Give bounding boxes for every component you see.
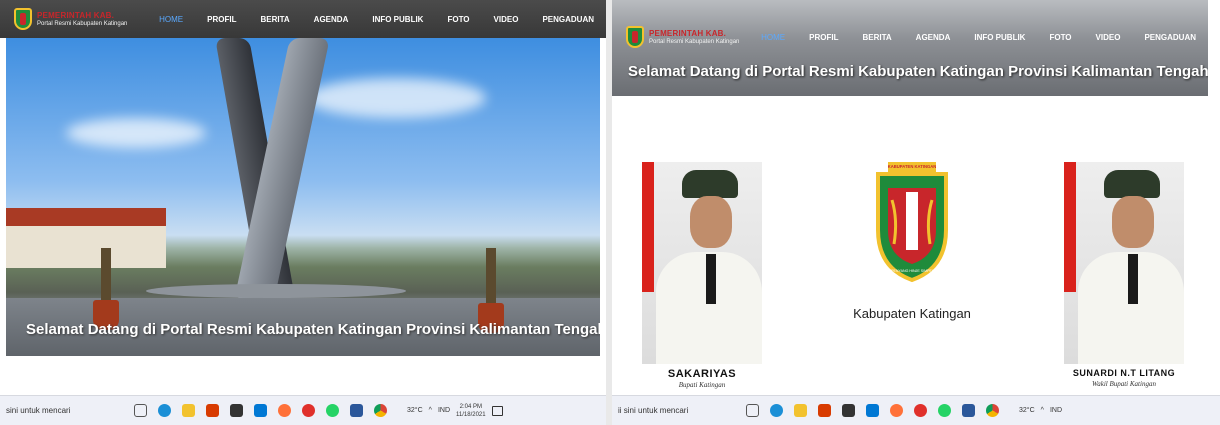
store-icon[interactable] (230, 404, 243, 417)
mail-icon[interactable] (254, 404, 267, 417)
hero-caption: Selamat Datang di Portal Resmi Kabupaten… (26, 321, 600, 338)
taskbar-search[interactable]: sini untuk mencari (0, 406, 120, 415)
emblem-top-text: KABUPATEN KATINGAN (888, 164, 937, 169)
vice-regent-photo (1064, 162, 1184, 364)
region-label: Kabupaten Katingan (853, 306, 971, 321)
regent-title: Bupati Katingan (678, 381, 726, 389)
katingan-emblem: KABUPATEN KATINGAN PENYANG HINJE SIMPEI (876, 162, 948, 282)
firefox-icon[interactable] (890, 404, 903, 417)
store-icon[interactable] (842, 404, 855, 417)
main-menu: HOME PROFIL BERITA AGENDA INFO PUBLIK FO… (147, 15, 606, 24)
edge-icon[interactable] (770, 404, 783, 417)
chrome-icon[interactable] (986, 404, 999, 417)
menu-info-publik[interactable]: INFO PUBLIK (962, 33, 1037, 42)
edge-icon[interactable] (158, 404, 171, 417)
word-icon[interactable] (962, 404, 975, 417)
tray-chevron-icon[interactable]: ^ (429, 407, 432, 414)
office-icon[interactable] (206, 404, 219, 417)
menu-berita[interactable]: BERITA (850, 33, 903, 42)
system-tray: 32°C ^ IND 2:04 PM 11/18/2021 (407, 403, 503, 419)
menu-info-publik[interactable]: INFO PUBLIK (360, 15, 435, 24)
office-icon[interactable] (818, 404, 831, 417)
logo-title-right: PEMERINTAH KAB. (649, 28, 727, 38)
language-indicator[interactable]: IND (1050, 407, 1062, 414)
site-logo-right[interactable]: PEMERINTAH KAB. Portal Resmi Kabupaten K… (626, 26, 749, 48)
app-icon[interactable] (914, 404, 927, 417)
top-navbar: PEMERINTAH KAB. Portal Resmi Kabupaten K… (0, 0, 606, 38)
right-browser-pane: PEMERINTAH KAB. Portal Resmi Kabupaten K… (612, 0, 1220, 425)
taskbar-clock[interactable]: 2:04 PM 11/18/2021 (456, 403, 486, 419)
word-icon[interactable] (350, 404, 363, 417)
katingan-emblem-icon (14, 8, 32, 30)
vice-regent-name: SUNARDI N.T LITANG (1072, 368, 1176, 378)
menu-berita[interactable]: BERITA (248, 15, 301, 24)
task-view-icon[interactable] (746, 404, 759, 417)
menu-agenda[interactable]: AGENDA (302, 15, 361, 24)
monument-base (146, 284, 406, 298)
site-logo[interactable]: PEMERINTAH KAB. Portal Resmi Kabupaten K… (14, 8, 147, 30)
menu-home[interactable]: HOME (147, 15, 195, 24)
main-menu-right: HOME PROFIL BERITA AGENDA INFO PUBLIK FO… (749, 33, 1208, 42)
menu-profil[interactable]: PROFIL (195, 15, 248, 24)
menu-foto[interactable]: FOTO (435, 15, 481, 24)
banner-caption: Selamat Datang di Portal Resmi Kabupaten… (628, 63, 1208, 80)
whatsapp-icon[interactable] (938, 404, 951, 417)
task-view-icon[interactable] (134, 404, 147, 417)
app-icon[interactable] (302, 404, 315, 417)
header-banner: PEMERINTAH KAB. Portal Resmi Kabupaten K… (612, 0, 1208, 96)
logo-subtitle: Portal Resmi Kabupaten Katingan (37, 20, 128, 27)
whatsapp-icon[interactable] (326, 404, 339, 417)
hero-image: Selamat Datang di Portal Resmi Kabupaten… (6, 38, 600, 356)
logo-title: PEMERINTAH KAB. (37, 10, 115, 20)
menu-profil[interactable]: PROFIL (797, 33, 850, 42)
regent-name: SAKARIYAS (667, 368, 737, 380)
taskbar-search-right[interactable]: ii sini untuk mencari (612, 406, 732, 415)
menu-agenda[interactable]: AGENDA (904, 33, 963, 42)
houses-background (6, 208, 166, 268)
file-explorer-icon[interactable] (794, 404, 807, 417)
emblem-bottom-text: PENYANG HINJE SIMPEI (891, 269, 933, 273)
notification-icon[interactable] (491, 405, 503, 416)
mail-icon[interactable] (866, 404, 879, 417)
language-indicator[interactable]: IND (438, 407, 450, 414)
tray-chevron-icon[interactable]: ^ (1041, 407, 1044, 414)
file-explorer-icon[interactable] (182, 404, 195, 417)
menu-home[interactable]: HOME (749, 33, 797, 42)
vice-regent-title: Wakil Bupati Katingan (1092, 380, 1156, 388)
top-navbar-right: PEMERINTAH KAB. Portal Resmi Kabupaten K… (612, 18, 1208, 56)
taskbar-apps (134, 404, 387, 417)
weather-temp[interactable]: 32°C (1019, 407, 1035, 414)
weather-temp[interactable]: 32°C (407, 407, 423, 414)
logo-subtitle-right: Portal Resmi Kabupaten Katingan (649, 38, 740, 45)
system-tray-right: 32°C ^ IND (1019, 407, 1062, 414)
left-browser-pane: PEMERINTAH KAB. Portal Resmi Kabupaten K… (0, 0, 606, 425)
menu-video[interactable]: VIDEO (1084, 33, 1133, 42)
firefox-icon[interactable] (278, 404, 291, 417)
regent-photo (642, 162, 762, 364)
chrome-icon[interactable] (374, 404, 387, 417)
katingan-emblem-icon (626, 26, 644, 48)
taskbar-apps-right (746, 404, 999, 417)
menu-pengaduan[interactable]: PENGADUAN (530, 15, 606, 24)
windows-taskbar: sini untuk mencari 32°C ^ IND 2:04 PM 11… (0, 395, 606, 425)
menu-foto[interactable]: FOTO (1037, 33, 1083, 42)
windows-taskbar-right: ii sini untuk mencari 32°C ^ IND (612, 395, 1220, 425)
menu-pengaduan[interactable]: PENGADUAN (1132, 33, 1208, 42)
menu-video[interactable]: VIDEO (482, 15, 531, 24)
